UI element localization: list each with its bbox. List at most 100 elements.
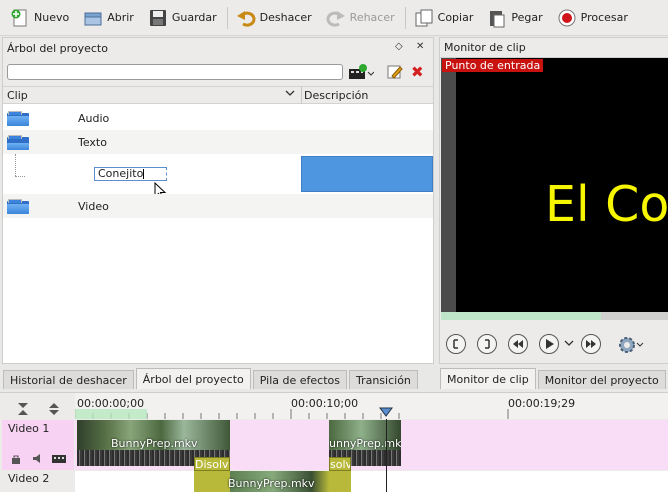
copy-button[interactable]: Copiar	[410, 4, 478, 32]
save-button[interactable]: Guardar	[144, 4, 221, 32]
tree-folder-audio[interactable]: Audio	[3, 106, 433, 130]
folder-icon	[7, 110, 29, 126]
close-panel-icon[interactable]: ✕	[416, 41, 424, 52]
monitor-frame-text: El Co	[545, 176, 668, 233]
text-cursor	[143, 169, 145, 179]
monitor-frame-edge	[441, 58, 456, 320]
track-height-icon[interactable]	[47, 402, 61, 419]
clip-monitor-panel: Monitor de clip Punto de entrada El Co	[439, 37, 668, 364]
lock-icon[interactable]	[10, 454, 22, 467]
transition-dissolve-2[interactable]: solve	[329, 457, 351, 471]
copy-icon	[414, 8, 434, 28]
monitor-video-screen[interactable]: Punto de entrada El Co	[441, 58, 668, 320]
tree-item-label: Texto	[78, 135, 107, 149]
panel-title-bar: Árbol del proyecto ◇ ✕	[3, 38, 433, 58]
render-button[interactable]: Procesar	[553, 4, 632, 32]
copy-button-label: Copiar	[437, 11, 474, 24]
undo-arrow-icon	[236, 8, 256, 28]
float-panel-icon[interactable]: ◇	[395, 41, 403, 52]
tree-item-conejito[interactable]: Conejito	[3, 154, 433, 200]
tree-folder-video[interactable]: Video	[3, 194, 433, 218]
project-tree-panel: Árbol del proyecto ◇ ✕ ✖ Clip Descripció…	[2, 37, 434, 364]
open-button-label: Abrir	[107, 11, 134, 24]
new-button[interactable]: Nuevo	[6, 4, 73, 32]
open-folder-icon	[83, 8, 103, 28]
column-header-description[interactable]: Descripción	[304, 89, 368, 102]
clip-bunnyprep-3[interactable]: BunnyPrep.mkv	[194, 471, 351, 492]
tree-branch-line	[15, 176, 25, 177]
render-button-label: Procesar	[580, 11, 628, 24]
add-clip-icon[interactable]	[348, 64, 375, 83]
audio-mute-icon[interactable]	[32, 453, 44, 467]
play-options-chevron-icon[interactable]	[564, 338, 574, 351]
transition-dissolve-1[interactable]: Disolve	[194, 457, 230, 471]
timeline-ruler[interactable]: 00:00:00;00 00:00:10;00 00:00:19;29	[74, 393, 668, 419]
save-button-label: Guardar	[171, 11, 217, 24]
tree-branch-line	[15, 154, 16, 176]
track-lane-video2[interactable]	[75, 471, 668, 492]
timecode-end: 00:00:19;29	[508, 397, 576, 410]
tree-folder-texto[interactable]: Texto	[3, 130, 433, 154]
folder-icon	[7, 198, 29, 214]
delete-x-icon[interactable]: ✖	[411, 63, 424, 81]
column-header-clip[interactable]: Clip	[7, 89, 28, 102]
monitor-ruler[interactable]	[441, 312, 668, 320]
timecode-start: 00:00:00;00	[77, 397, 145, 410]
record-icon	[557, 8, 577, 28]
undo-button[interactable]: Deshacer	[232, 4, 316, 32]
tree-item-label: Video	[78, 199, 109, 213]
video-toggle-icon[interactable]	[52, 454, 66, 467]
track-header-video1[interactable]: Video 1	[2, 420, 74, 470]
paste-button-label: Pegar	[511, 11, 543, 24]
timeline-panel: 00:00:00;00 00:00:10;00 00:00:19;29 Vide…	[0, 392, 668, 492]
zone-marker[interactable]	[75, 409, 147, 419]
clip-label: unnyPrep.mkv	[329, 437, 401, 450]
forward-icon[interactable]	[581, 334, 601, 354]
fit-zoom-icon[interactable]	[16, 402, 30, 419]
track-label: Video 1	[8, 422, 50, 435]
left-panel-tabs: Historial de deshacer Árbol del proyecto…	[3, 367, 420, 389]
track-header-video2[interactable]: Video 2	[2, 471, 74, 492]
panel-title: Árbol del proyecto	[7, 41, 108, 55]
right-panel-tabs: Monitor de clip Monitor del proyecto	[440, 367, 668, 389]
redo-arrow-icon	[326, 8, 346, 28]
rename-field[interactable]: Conejito	[94, 167, 167, 181]
redo-button[interactable]: Rehacer	[322, 4, 399, 32]
set-zone-start-icon[interactable]	[446, 334, 466, 354]
set-zone-end-icon[interactable]	[477, 334, 497, 354]
paste-clipboard-icon	[487, 8, 507, 28]
search-row: ✖	[3, 58, 433, 86]
playhead-line[interactable]	[386, 419, 387, 492]
timecode-middle: 00:00:10;00	[291, 397, 359, 410]
undo-button-label: Deshacer	[259, 11, 312, 24]
monitor-title: Monitor de clip	[444, 41, 526, 54]
monitor-settings-gear-icon[interactable]	[617, 334, 645, 359]
new-document-icon	[10, 8, 30, 28]
monitor-title-bar: Monitor de clip	[440, 38, 668, 58]
toolbar-separator	[404, 6, 406, 29]
selected-description-cell[interactable]	[301, 156, 433, 192]
rewind-icon[interactable]	[508, 334, 528, 354]
folder-open-icon	[7, 134, 29, 150]
tab-transition[interactable]: Transición	[348, 370, 418, 389]
edit-pencil-icon[interactable]	[387, 64, 403, 83]
open-button[interactable]: Abrir	[79, 4, 138, 32]
tab-project-monitor[interactable]: Monitor del proyecto	[537, 370, 666, 389]
transition-label: Disolve	[195, 458, 229, 471]
search-input[interactable]	[7, 64, 343, 80]
save-disk-icon	[148, 8, 168, 28]
rename-field-value: Conejito	[98, 167, 144, 180]
tree-header: Clip Descripción	[3, 86, 433, 104]
tab-clip-monitor[interactable]: Monitor de clip	[440, 368, 536, 389]
tab-undo-history[interactable]: Historial de deshacer	[3, 370, 134, 389]
tab-effect-stack[interactable]: Pila de efectos	[252, 370, 347, 389]
redo-button-label: Rehacer	[349, 11, 395, 24]
paste-button[interactable]: Pegar	[483, 4, 546, 32]
clip-label: BunnyPrep.mkv	[111, 437, 198, 450]
transition-label: solve	[330, 458, 350, 471]
play-icon[interactable]	[539, 334, 559, 354]
tab-project-tree[interactable]: Árbol del proyecto	[135, 368, 251, 389]
sort-chevron-down-icon[interactable]	[285, 88, 295, 101]
tree-item-label: Audio	[78, 111, 110, 125]
clip-label: BunnyPrep.mkv	[228, 477, 315, 490]
